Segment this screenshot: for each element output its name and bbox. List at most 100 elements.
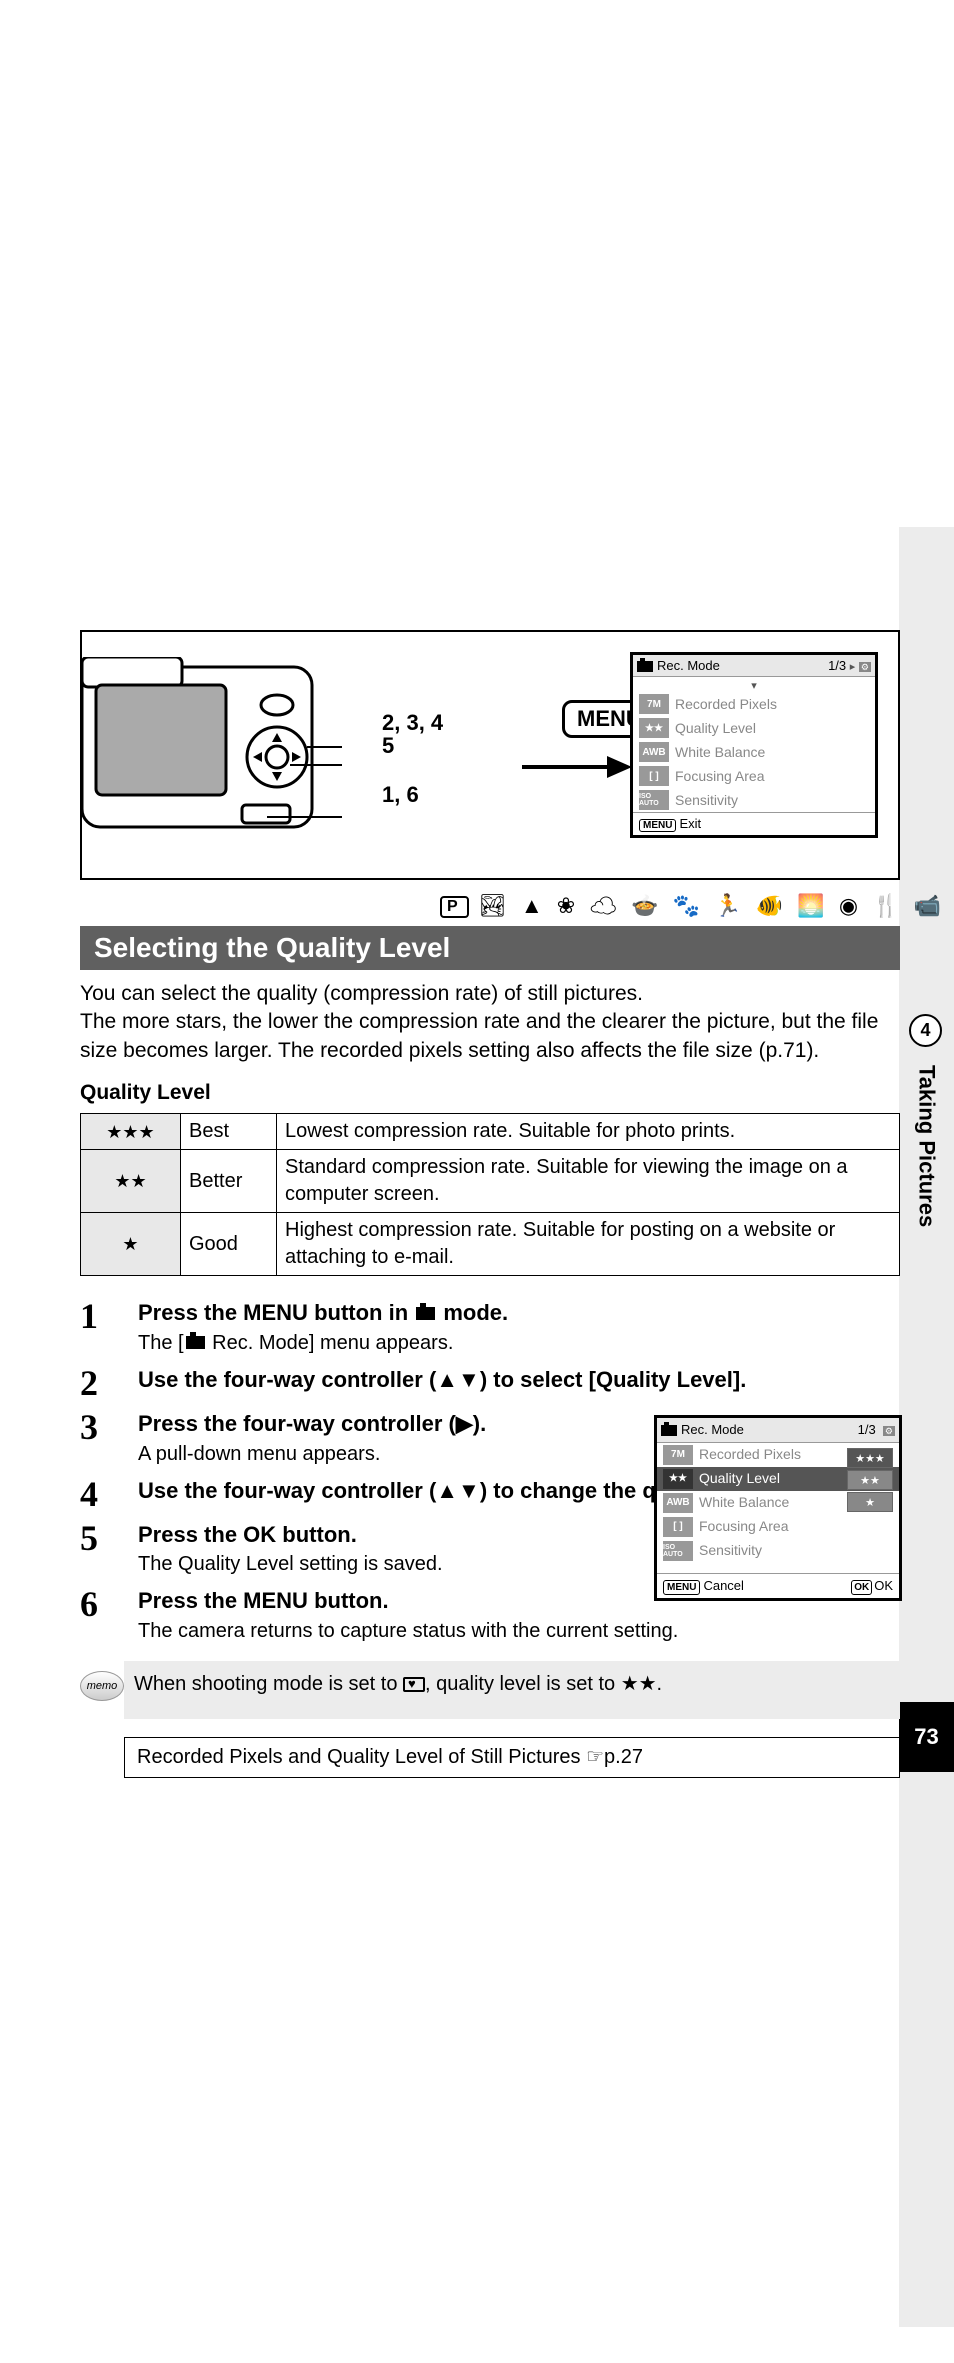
t: mode.: [437, 1300, 508, 1325]
camera-icon: [416, 1307, 435, 1320]
intro-paragraph: You can select the quality (compression …: [80, 980, 900, 1065]
lcd-page: 1/3: [828, 658, 846, 673]
name-cell: Good: [181, 1213, 277, 1276]
step-2: 2 Use the four-way controller (▲▼) to se…: [80, 1365, 900, 1401]
steps-list: 1 Press the MENU button in mode. The [ R…: [80, 1298, 900, 1645]
stars-cell: ★: [81, 1213, 181, 1276]
lcd-page: 1/3: [858, 1422, 876, 1437]
lcd-title: Rec. Mode: [657, 658, 720, 673]
t: Press the: [138, 1588, 243, 1613]
name-cell: Better: [181, 1150, 277, 1213]
quality-level-label: Quality Level: [80, 1079, 900, 1107]
table-row: ★★ Better Standard compression rate. Sui…: [81, 1150, 900, 1213]
tag-awb: AWB: [663, 1493, 693, 1513]
step-1: 1 Press the MENU button in mode. The [ R…: [80, 1298, 900, 1357]
step-sub: The [ Rec. Mode] menu appears.: [138, 1330, 900, 1357]
item-sensitivity: Sensitivity: [699, 1541, 762, 1560]
menu-word: MENU: [243, 1588, 308, 1613]
mode-icons-row: P 🏞 ▲ ❀ ☁ 🍲 🐾 🏃 🐠 🌅 ◉ 🍴 📹: [440, 893, 945, 919]
table-row: ★★★ Best Lowest compression rate. Suitab…: [81, 1114, 900, 1150]
tag-focus: [ ]: [639, 766, 669, 786]
lcd-screen-quality-dropdown: Rec. Mode 1/3 ⚙ 7M Recorded Pixels ★★ Qual…: [654, 1415, 902, 1601]
arrow-right-icon: [522, 752, 632, 782]
item-recorded-pixels: Recorded Pixels: [675, 696, 777, 712]
item-recorded-pixels: Recorded Pixels: [699, 1445, 801, 1464]
tag-iso: ISO AUTO: [639, 790, 669, 810]
t: Press the: [138, 1522, 243, 1547]
desc-cell: Highest compression rate. Suitable for p…: [277, 1213, 900, 1276]
camera-icon: [661, 1425, 677, 1436]
step-number: 1: [80, 1298, 138, 1357]
side-tab: 4 Taking Pictures 73: [899, 527, 954, 2327]
item-white-balance: White Balance: [699, 1493, 789, 1512]
tag-7m: 7M: [663, 1445, 693, 1465]
page-number: 73: [899, 1702, 954, 1772]
settings-tab-icon: ⚙: [859, 662, 871, 672]
quality-options-dropdown: ★★★ ★★ ★: [847, 1448, 893, 1514]
tag-awb: AWB: [639, 742, 669, 762]
lcd-title: Rec. Mode: [681, 1422, 744, 1437]
lcd-footer: MENUCancel OKOK: [657, 1573, 899, 1599]
item-quality-level: Quality Level: [699, 1469, 780, 1488]
step-sub: The camera returns to capture status wit…: [138, 1618, 900, 1645]
main-content: You can select the quality (compression …: [80, 980, 900, 1778]
menu-pill-icon: MENU: [663, 1580, 700, 1596]
cross-reference-box: Recorded Pixels and Quality Level of Sti…: [124, 1737, 900, 1778]
lcd-ok: OK: [874, 1578, 893, 1593]
lcd-header: Rec. Mode 1/3 ⚙: [633, 655, 875, 677]
t: button in: [308, 1300, 414, 1325]
t: Press the: [138, 1300, 243, 1325]
tag-stars: ★★: [639, 718, 669, 738]
tag-focus: [ ]: [663, 1517, 693, 1537]
lcd-screen-rec-mode: Rec. Mode 1/3 ⚙ 7MRecorded Pixels ★★Qual…: [630, 652, 878, 838]
memo-badge-icon: memo: [80, 1671, 124, 1701]
tag-iso: ISO AUTO: [663, 1541, 693, 1561]
item-white-balance: White Balance: [675, 744, 765, 760]
callout-16: 1, 6: [382, 782, 419, 808]
t: , quality level is set to ★★.: [425, 1673, 662, 1695]
step-number: 2: [80, 1365, 138, 1401]
triangle-right-icon: [850, 658, 856, 673]
chapter-title: Taking Pictures: [914, 1065, 940, 1227]
option-2star: ★★: [847, 1470, 893, 1490]
item-quality-level: Quality Level: [675, 720, 756, 736]
name-cell: Best: [181, 1114, 277, 1150]
lcd-exit: Exit: [679, 816, 701, 831]
camera-illustration: [82, 657, 342, 852]
lcd-footer: MENUExit: [633, 812, 875, 835]
step-title: Press the MENU button in mode.: [138, 1298, 900, 1328]
desc-cell: Lowest compression rate. Suitable for ph…: [277, 1114, 900, 1150]
triangle-down-icon: [633, 677, 875, 692]
memo-note: memo When shooting mode is set to , qual…: [124, 1661, 900, 1719]
tag-stars: ★★: [663, 1469, 693, 1489]
t: button.: [308, 1588, 389, 1613]
menu-pill-icon: MENU: [639, 819, 676, 832]
t: When shooting mode is set to: [134, 1673, 403, 1695]
section-heading: Selecting the Quality Level: [80, 926, 900, 970]
scene-mode-icons: 🏞 ▲ ❀ ☁ 🍲 🐾 🏃 🐠 🌅 ◉ 🍴 📹: [479, 893, 945, 918]
lcd-menu-list: 7MRecorded Pixels ★★Quality Level AWBWhi…: [633, 692, 875, 812]
item-focusing-area: Focusing Area: [699, 1517, 789, 1536]
step-number: 4: [80, 1476, 138, 1512]
stars-cell: ★★: [81, 1150, 181, 1213]
memo-text: When shooting mode is set to , quality l…: [134, 1671, 662, 1698]
ok-word: OK: [243, 1522, 276, 1547]
step-title: Use the four-way controller (▲▼) to sele…: [138, 1365, 900, 1395]
settings-tab-icon: ⚙: [883, 1426, 895, 1436]
table-row: ★ Good Highest compression rate. Suitabl…: [81, 1213, 900, 1276]
item-sensitivity: Sensitivity: [675, 792, 738, 808]
camera-icon: [186, 1336, 205, 1349]
desc-cell: Standard compression rate. Suitable for …: [277, 1150, 900, 1213]
t: Rec. Mode] menu appears.: [207, 1332, 454, 1354]
lcd-cancel: Cancel: [703, 1578, 743, 1593]
operation-diagram: 2, 3, 4 5 1, 6 MENU Rec. Mode 1/3 ⚙ 7MRe…: [80, 630, 900, 880]
camera-icon: [637, 661, 653, 672]
ok-pill-icon: OK: [851, 1580, 872, 1596]
callout-5: 5: [382, 733, 394, 759]
t: button.: [276, 1522, 357, 1547]
item-focusing-area: Focusing Area: [675, 768, 765, 784]
step-number: 5: [80, 1520, 138, 1579]
t: The [: [138, 1332, 184, 1354]
lcd-header: Rec. Mode 1/3 ⚙: [657, 1418, 899, 1443]
stars-cell: ★★★: [81, 1114, 181, 1150]
